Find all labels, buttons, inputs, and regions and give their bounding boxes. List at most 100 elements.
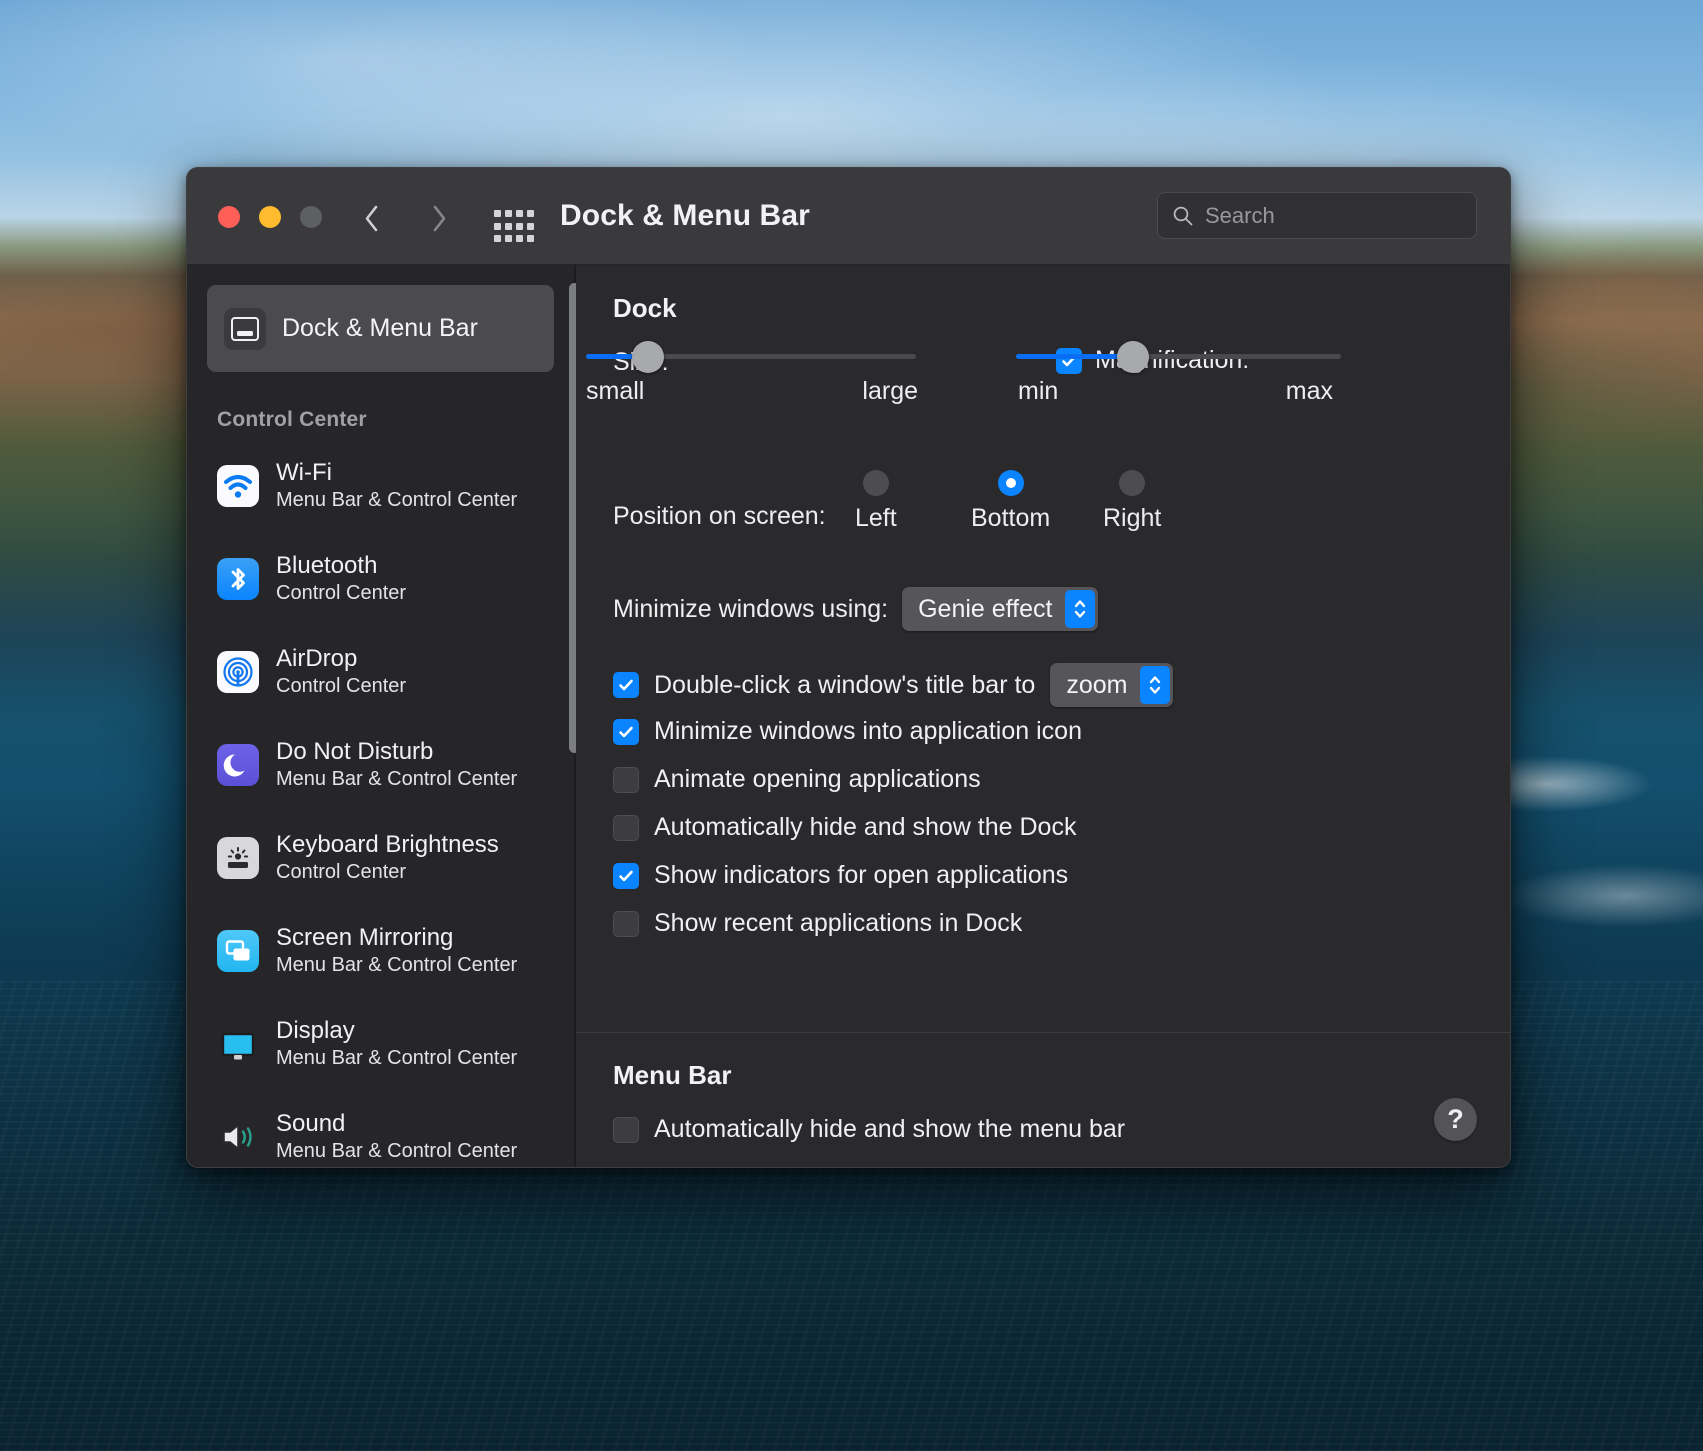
double-click-row: Double-click a window's title bar to zoo…: [613, 663, 1174, 707]
chevron-left-icon: [365, 205, 377, 231]
sidebar-item-title: Keyboard Brightness: [276, 831, 499, 859]
checkbox-label: Minimize windows into application icon: [654, 717, 1082, 745]
menu-bar-section-title: Menu Bar: [613, 1060, 732, 1090]
sidebar-item-keyboard-brightness[interactable]: Keyboard Brightness Control Center: [187, 819, 574, 897]
section-divider: [576, 1032, 1510, 1033]
radio-right[interactable]: [1119, 470, 1146, 496]
dock-position-row: Position on screen: Left Bottom Right: [613, 470, 1313, 560]
checkbox-label: Show indicators for open applications: [654, 861, 1069, 889]
moon-icon: [217, 744, 259, 786]
sidebar-item-title: Screen Mirroring: [276, 924, 454, 952]
sidebar: Dock & Menu Bar Control Center Wi-Fi Men…: [187, 265, 574, 1167]
search-field[interactable]: [1157, 192, 1477, 239]
sidebar-fade: [187, 1139, 574, 1167]
checkmark-icon: [619, 726, 633, 737]
stepper-arrows-icon[interactable]: [1140, 666, 1171, 704]
back-button[interactable]: [351, 196, 391, 240]
minimize-effect-dropdown[interactable]: Genie effect: [902, 587, 1099, 631]
grid-dot: [505, 210, 512, 217]
radio-bottom[interactable]: [997, 470, 1024, 496]
sidebar-item-bluetooth[interactable]: Bluetooth Control Center: [187, 540, 574, 618]
auto-hide-dock-checkbox[interactable]: [613, 814, 639, 841]
forward-button[interactable]: [419, 196, 459, 240]
dock-icon: [224, 307, 266, 350]
sidebar-item-screen-mirroring[interactable]: Screen Mirroring Menu Bar & Control Cent…: [187, 912, 574, 990]
show-indicators-checkbox[interactable]: [613, 862, 639, 889]
checkbox-row-minimize-into-icon[interactable]: Minimize windows into application icon: [613, 717, 1082, 746]
magnification-max-label: max: [1285, 377, 1333, 405]
grid-dot: [527, 222, 534, 230]
checkbox-label: Automatically hide and show the menu bar: [654, 1115, 1126, 1143]
screen-mirroring-icon: [217, 930, 259, 972]
sidebar-item-subtitle: Menu Bar & Control Center: [276, 489, 518, 512]
sidebar-item-do-not-disturb[interactable]: Do Not Disturb Menu Bar & Control Center: [187, 726, 574, 804]
position-bottom-label: Bottom: [971, 504, 1051, 532]
minimize-label: Minimize windows using:: [613, 594, 889, 623]
sidebar-item-subtitle: Menu Bar & Control Center: [276, 954, 518, 977]
checkbox-row-auto-hide-dock[interactable]: Automatically hide and show the Dock: [613, 813, 1076, 842]
double-click-label: Double-click a window's title bar to: [654, 670, 1036, 699]
sidebar-section-title: Control Center: [217, 408, 367, 431]
radio-left[interactable]: [862, 470, 889, 496]
wifi-icon: [217, 465, 259, 507]
checkbox-row-auto-hide-menu-bar[interactable]: Automatically hide and show the menu bar: [613, 1115, 1125, 1144]
search-icon: [1173, 206, 1193, 225]
sidebar-item-wifi[interactable]: Wi-Fi Menu Bar & Control Center: [187, 447, 574, 525]
stepper-arrows-icon[interactable]: [1065, 590, 1096, 628]
system-preferences-window: Dock & Menu Bar Dock & Menu Bar: [186, 167, 1511, 1168]
grid-dot: [494, 210, 501, 217]
animate-opening-checkbox[interactable]: [613, 766, 639, 793]
help-button[interactable]: ?: [1434, 1098, 1477, 1141]
sidebar-item-subtitle: Control Center: [276, 582, 407, 605]
main-pane: Dock Size: Magnification:: [576, 265, 1510, 1167]
position-left-label: Left: [855, 504, 897, 532]
double-click-action-value: zoom: [1066, 670, 1128, 699]
close-button[interactable]: [218, 206, 240, 228]
sidebar-item-title: AirDrop: [276, 645, 358, 673]
sidebar-item-dock-menu-bar[interactable]: Dock & Menu Bar: [207, 285, 554, 372]
checkbox-label: Automatically hide and show the Dock: [654, 813, 1077, 841]
dock-size-endlabels: small large: [576, 377, 936, 409]
sidebar-item-title: Display: [276, 1017, 355, 1045]
auto-hide-menu-bar-checkbox[interactable]: [613, 1116, 639, 1143]
desktop-wallpaper: Dock & Menu Bar Dock & Menu Bar: [0, 0, 1703, 1451]
zoom-button[interactable]: [300, 206, 322, 228]
minimize-into-icon-checkbox[interactable]: [613, 718, 639, 745]
dock-settings-pane: Dock Size: Magnification:: [576, 265, 1510, 1032]
double-click-checkbox[interactable]: [613, 672, 639, 698]
search-input[interactable]: [1205, 202, 1445, 229]
grid-dot: [516, 210, 523, 217]
position-option-left[interactable]: Left: [855, 470, 897, 533]
checkbox-row-animate-opening[interactable]: Animate opening applications: [613, 765, 981, 794]
show-recent-apps-checkbox[interactable]: [613, 910, 639, 937]
dock-size-slider[interactable]: [586, 337, 916, 377]
show-all-grid-button[interactable]: [494, 210, 534, 244]
double-click-action-dropdown[interactable]: zoom: [1050, 663, 1174, 707]
chevron-right-icon: [433, 205, 445, 231]
checkbox-row-show-indicators[interactable]: Show indicators for open applications: [613, 861, 1068, 890]
magnification-slider-knob[interactable]: [1116, 341, 1149, 373]
grid-dot: [527, 210, 534, 217]
checkbox-row-show-recent-apps[interactable]: Show recent applications in Dock: [613, 909, 1022, 938]
minimize-button[interactable]: [259, 206, 281, 228]
sidebar-scroll-content: Dock & Menu Bar Control Center Wi-Fi Men…: [187, 285, 574, 1167]
minimize-effect-value: Genie effect: [918, 594, 1053, 623]
position-option-right[interactable]: Right: [1103, 470, 1161, 533]
magnification-slider-track: [1016, 354, 1341, 359]
grid-dot: [516, 222, 523, 230]
grid-dot: [516, 235, 523, 243]
dock-size-slider-knob[interactable]: [632, 341, 665, 373]
magnification-slider-fill: [1016, 354, 1130, 359]
grid-dot: [505, 222, 512, 230]
sidebar-item-airdrop[interactable]: AirDrop Control Center: [187, 633, 574, 711]
airdrop-icon: [217, 651, 259, 693]
sidebar-item-label: Dock & Menu Bar: [282, 314, 478, 342]
sidebar-item-title: Do Not Disturb: [276, 738, 434, 766]
sidebar-item-display[interactable]: Display Menu Bar & Control Center: [187, 1005, 574, 1083]
keyboard-brightness-icon: [217, 837, 259, 879]
magnification-slider[interactable]: [1016, 337, 1341, 377]
checkbox-label: Animate opening applications: [654, 765, 981, 793]
position-option-bottom[interactable]: Bottom: [971, 470, 1050, 533]
window-title: Dock & Menu Bar: [560, 199, 810, 232]
checkmark-icon: [619, 679, 633, 691]
